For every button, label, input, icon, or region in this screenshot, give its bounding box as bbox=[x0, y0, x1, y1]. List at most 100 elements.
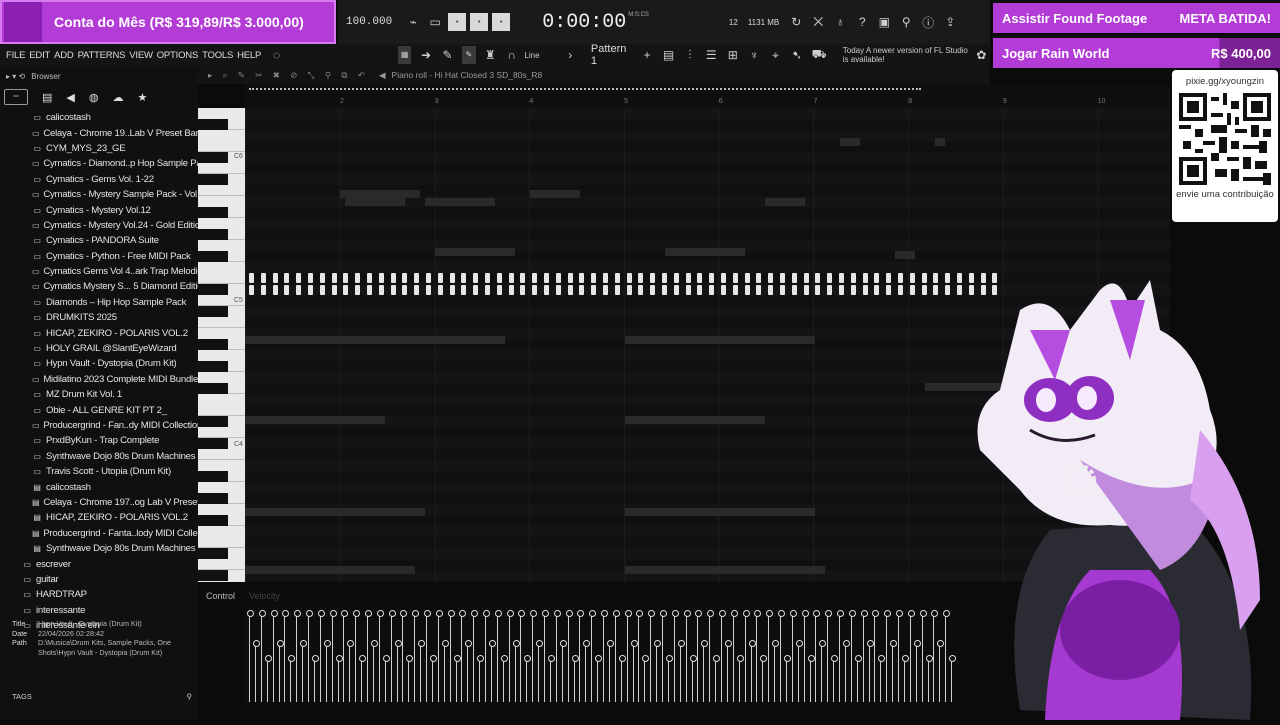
plugin-icon[interactable]: ⚲ bbox=[897, 13, 915, 31]
black-key[interactable] bbox=[198, 570, 228, 581]
velocity-bar[interactable] bbox=[589, 610, 597, 702]
velocity-bar[interactable] bbox=[400, 610, 408, 702]
velocity-bar[interactable] bbox=[306, 610, 313, 702]
velocity-bar[interactable] bbox=[542, 610, 549, 702]
velocity-bar[interactable] bbox=[571, 655, 579, 702]
black-key[interactable] bbox=[198, 284, 228, 295]
mixer-sliders-icon[interactable]: ⫶ bbox=[683, 46, 696, 64]
metronome-icon[interactable]: ⌁ bbox=[404, 13, 422, 31]
note[interactable] bbox=[355, 273, 361, 295]
black-key[interactable] bbox=[198, 416, 228, 427]
velocity-bar[interactable] bbox=[553, 610, 561, 702]
velocity-bar[interactable] bbox=[311, 655, 319, 702]
velocity-bar[interactable] bbox=[654, 640, 662, 702]
help-icon[interactable]: ? bbox=[853, 13, 871, 31]
note[interactable] bbox=[520, 273, 526, 295]
velocity-bar[interactable] bbox=[760, 655, 768, 702]
chevron-right-icon[interactable]: › bbox=[564, 46, 577, 64]
tab-plugins-icon[interactable]: ◍ bbox=[89, 91, 99, 104]
browser-folder[interactable]: ▭ Diamonds – Hip Hop Sample Pack bbox=[0, 295, 198, 310]
velocity-bar[interactable] bbox=[795, 640, 803, 702]
note[interactable] bbox=[850, 273, 856, 295]
note[interactable] bbox=[402, 273, 408, 295]
note[interactable] bbox=[909, 273, 915, 295]
velocity-bar[interactable] bbox=[831, 655, 839, 702]
velocity-bar[interactable] bbox=[412, 610, 420, 702]
note[interactable] bbox=[933, 273, 939, 295]
add-pattern-icon[interactable]: + bbox=[640, 46, 653, 64]
velocity-bar[interactable] bbox=[842, 640, 850, 702]
save-icon[interactable]: ▣ bbox=[875, 13, 893, 31]
timeline-ruler[interactable]: 2 3 4 5 6 7 8 9 10 bbox=[245, 84, 1170, 108]
pattern-pad-2[interactable]: ▪ bbox=[470, 13, 489, 31]
browser-file[interactable]: ▤ Synthwave Dojo 80s Drum Machines bbox=[0, 541, 198, 556]
velocity-bar[interactable] bbox=[471, 610, 479, 702]
loop-marker[interactable] bbox=[249, 88, 921, 91]
black-key[interactable] bbox=[198, 152, 228, 163]
black-key[interactable] bbox=[198, 548, 228, 559]
note[interactable] bbox=[319, 273, 325, 295]
browser-folder[interactable]: ▭ Producergrind - Fan..dy MIDI Collection bbox=[0, 418, 198, 433]
velocity-bar[interactable] bbox=[288, 655, 296, 702]
velocity-bar[interactable] bbox=[630, 640, 638, 702]
velocity-bar[interactable] bbox=[441, 640, 449, 702]
black-key[interactable] bbox=[198, 493, 228, 504]
velocity-bar[interactable] bbox=[937, 640, 945, 702]
velocity-bar[interactable] bbox=[671, 610, 679, 702]
velocity-bar[interactable] bbox=[618, 655, 626, 702]
black-key[interactable] bbox=[198, 438, 228, 449]
browser-folder[interactable]: ▭ Cymatics Gems Vol 4..ark Trap Melodies bbox=[0, 264, 198, 279]
menu-help[interactable]: HELP bbox=[237, 50, 261, 61]
velocity-bar[interactable] bbox=[807, 655, 815, 702]
velocity-bar[interactable] bbox=[429, 655, 437, 702]
arrow-icon[interactable]: ➜ bbox=[419, 46, 432, 64]
black-key[interactable] bbox=[198, 174, 228, 185]
black-key[interactable] bbox=[198, 361, 228, 372]
velocity-bar[interactable] bbox=[323, 640, 331, 702]
browser-folder[interactable]: ▭ Hypn Vault - Dystopia (Drum Kit) bbox=[0, 356, 198, 371]
browser-file[interactable]: ▤Producergrind - Fanta..lody MIDI Collec… bbox=[0, 526, 198, 541]
velocity-bar[interactable] bbox=[925, 655, 933, 702]
speaker-icon[interactable]: ◀ bbox=[379, 70, 386, 81]
note[interactable] bbox=[685, 273, 691, 295]
browser-folder[interactable]: ▭ Cymatics - Mystery Vol.12 bbox=[0, 202, 198, 217]
browser-file[interactable]: ▤Celaya - Chrome 197..og Lab V Preset Ba… bbox=[0, 495, 198, 510]
velocity-bar[interactable] bbox=[624, 610, 632, 702]
velocity-bar[interactable] bbox=[848, 610, 856, 702]
velocity-bar[interactable] bbox=[601, 610, 608, 702]
note[interactable] bbox=[744, 273, 750, 295]
velocity-bar[interactable] bbox=[819, 640, 827, 702]
note[interactable] bbox=[803, 273, 809, 295]
velocity-bar[interactable] bbox=[335, 655, 343, 702]
magnet-icon[interactable]: ∩ bbox=[505, 46, 518, 64]
note[interactable] bbox=[272, 273, 278, 295]
note[interactable] bbox=[780, 273, 785, 295]
note[interactable] bbox=[461, 273, 467, 295]
edison-icon[interactable]: ➷ bbox=[790, 46, 803, 64]
velocity-bar[interactable] bbox=[435, 610, 443, 702]
browser-folder[interactable]: ▭ Midilatino 2023 Complete MIDI Bundle bbox=[0, 372, 198, 387]
pattern-pad-1[interactable]: ▪ bbox=[448, 13, 467, 31]
note[interactable] bbox=[485, 273, 490, 295]
velocity-bar[interactable] bbox=[530, 610, 538, 702]
browser-folder[interactable]: ▭ Cymatics - Mystery Vol.24 - Gold Editio… bbox=[0, 218, 198, 233]
browser-file[interactable]: ▤ calicostash bbox=[0, 479, 198, 494]
black-key[interactable] bbox=[198, 383, 228, 394]
note[interactable] bbox=[709, 273, 715, 295]
playlist-icon[interactable]: ▤ bbox=[662, 46, 675, 64]
velocity-bar[interactable] bbox=[365, 610, 372, 702]
update-notice[interactable]: Today A newer version of FL Studio is av… bbox=[843, 46, 969, 64]
menu-view[interactable]: VIEW bbox=[129, 50, 153, 61]
note[interactable] bbox=[390, 273, 396, 295]
note[interactable] bbox=[756, 273, 762, 295]
velocity-bar[interactable] bbox=[612, 610, 620, 702]
note[interactable] bbox=[437, 273, 443, 295]
note[interactable] bbox=[331, 273, 337, 295]
note[interactable] bbox=[638, 273, 644, 295]
note[interactable] bbox=[732, 273, 738, 295]
note[interactable] bbox=[815, 273, 821, 295]
velocity-bar[interactable] bbox=[536, 640, 544, 702]
note[interactable] bbox=[496, 273, 502, 295]
note[interactable] bbox=[426, 273, 431, 295]
velocity-bar[interactable] bbox=[736, 655, 744, 702]
